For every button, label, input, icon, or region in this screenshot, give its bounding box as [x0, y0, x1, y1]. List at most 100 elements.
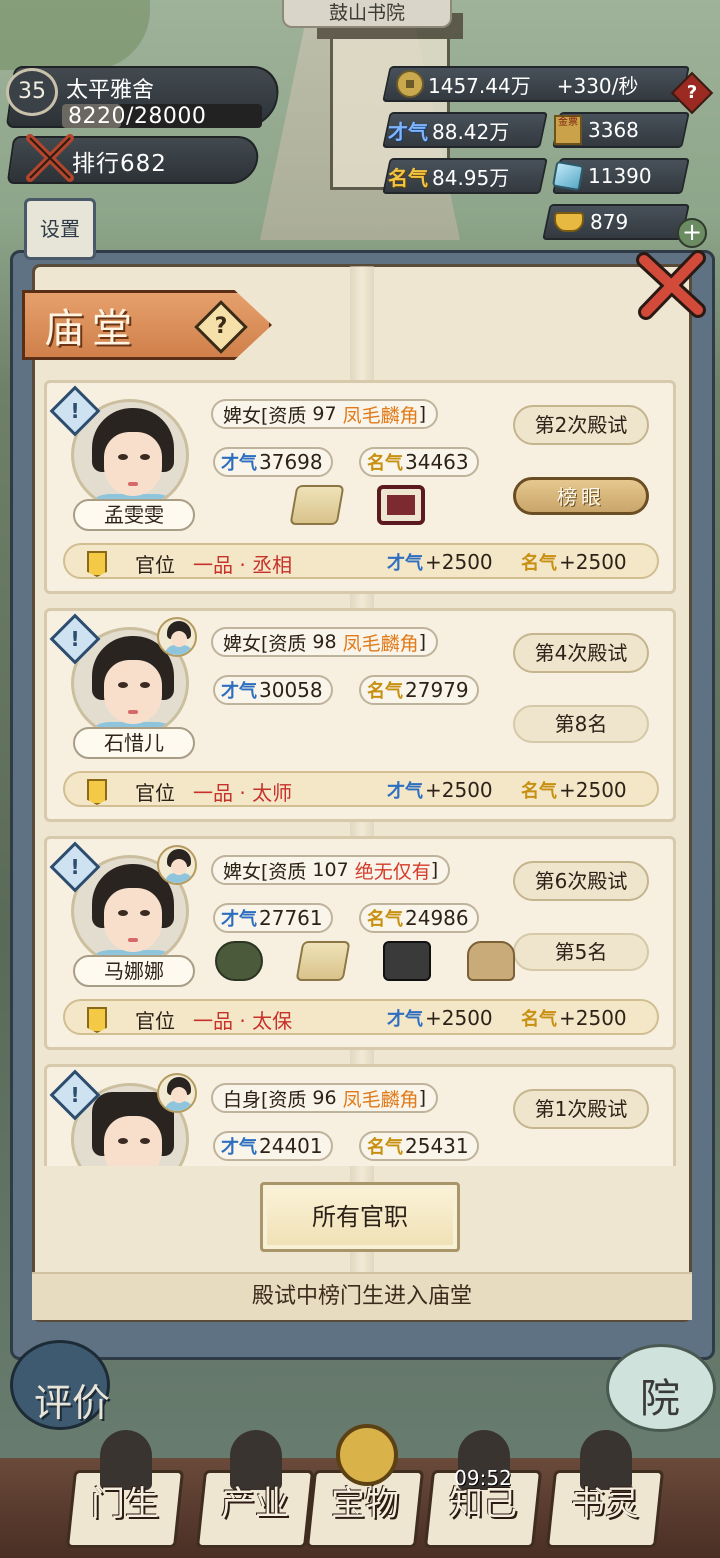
avatar-face — [104, 660, 162, 724]
talent-bonus-value: +2500 — [425, 778, 493, 802]
office-flag-icon — [87, 1007, 107, 1033]
student-card[interactable]: ! 石惜儿 婢女[资质 98 凤毛麟角] 才气 30058 名气 27979 第4次殿试 第8名 官位… — [44, 608, 676, 822]
talent-value: 30058 — [259, 678, 323, 702]
nav-label: 书灵 — [571, 1484, 639, 1524]
gem-icon — [551, 160, 585, 192]
fame-icon: 名气 — [367, 909, 403, 930]
exam-count: 第6次殿试 — [513, 861, 649, 901]
student-list[interactable]: ! 孟雯雯 婢女[资质 97 凤毛麟角] 才气 37698 名气 34463 第2次殿试 榜眼 官位一… — [44, 380, 676, 1166]
companion-face — [171, 631, 187, 647]
fame-value: 24986 — [405, 906, 469, 930]
frame-icon[interactable] — [377, 485, 425, 525]
exam-result[interactable]: 榜眼 — [513, 477, 649, 515]
aptitude-value: 97 — [312, 403, 337, 425]
quality-label: 绝无仅有 — [354, 860, 431, 883]
office-label: 官位 — [135, 553, 175, 577]
avatar-face — [104, 888, 162, 952]
talent-bonus: 才气 +2500 — [387, 777, 493, 803]
talent-icon: 才气 — [388, 119, 428, 144]
academy-label: 院 — [640, 1376, 680, 1422]
avatar-mouth — [128, 938, 138, 942]
fame-bonus: 名气 +2500 — [521, 777, 627, 803]
role-suffix: ] — [418, 631, 427, 653]
book-row: 金票 3368 — [554, 112, 639, 148]
aptitude-value: 98 — [312, 631, 337, 653]
avatar-eye — [118, 682, 128, 688]
office-title: 一品 · 太师 — [193, 781, 293, 805]
money-rate: +330/秒 — [556, 73, 639, 98]
nav-compass[interactable]: 宝物 — [300, 1424, 430, 1550]
fame-bonus-value: +2500 — [559, 778, 627, 802]
nav-label: 宝物 — [331, 1484, 399, 1524]
pouch-icon[interactable] — [467, 941, 515, 981]
talent-icon: 才气 — [221, 1137, 257, 1158]
close-icon[interactable] — [632, 250, 712, 320]
aptitude-value: 107 — [312, 859, 349, 881]
office-title: 一品 · 太保 — [193, 1009, 293, 1033]
player-name: 太平雅舍 — [66, 78, 155, 103]
office-label: 官位 — [135, 1009, 175, 1033]
companion-avatar[interactable] — [157, 1073, 197, 1113]
ingot-row: 879 — [554, 204, 628, 240]
book-count: 3368 — [588, 118, 639, 142]
money-row: 1457.44万 +330/秒 — [396, 66, 638, 102]
fame-value: 25431 — [405, 1134, 469, 1158]
fame-bonus: 名气 +2500 — [521, 549, 627, 575]
fame-icon: 名气 — [521, 781, 557, 802]
role-suffix: ] — [418, 1087, 427, 1109]
fame-bonus-value: +2500 — [559, 550, 627, 574]
crossed-swords-icon — [26, 134, 74, 182]
companion-avatar[interactable] — [157, 845, 197, 885]
level-badge: 35 — [6, 68, 58, 116]
talent-stat: 才气 30058 — [213, 675, 333, 705]
nav-book-spirit[interactable]: 书灵 — [540, 1430, 670, 1550]
fame-bonus-value: +2500 — [559, 1006, 627, 1030]
office-bar: 官位 一品 · 太师 才气 +2500 名气 +2500 — [63, 771, 659, 807]
all-offices-button[interactable]: 所有官职 — [260, 1182, 460, 1252]
student-card[interactable]: ! 孟雯雯 婢女[资质 97 凤毛麟角] 才气 37698 名气 34463 第2次殿试 榜眼 官位一… — [44, 380, 676, 594]
rank-label: 排行682 — [72, 151, 167, 177]
role-prefix: 婢女[资质 — [223, 860, 307, 883]
fame-icon: 名气 — [388, 165, 428, 190]
talent-row: 才气 88.42万 — [388, 112, 509, 148]
nav-student-figure[interactable]: 门生 — [60, 1430, 190, 1550]
office-flag-icon — [87, 551, 107, 577]
talent-icon: 才气 — [387, 553, 423, 574]
fame-stat: 名气 24986 — [359, 903, 479, 933]
gold-ticket-icon: 金票 — [554, 115, 582, 145]
student-aptitude: 婢女[资质 97 凤毛麟角] — [211, 399, 439, 429]
fame-row: 名气 84.95万 — [388, 158, 509, 194]
student-card[interactable]: ! 白身[资质 96 凤毛麟角] 才气 24401 名气 25431 第1次殿试 — [44, 1064, 676, 1166]
student-name: 孟雯雯 — [73, 499, 195, 531]
ink-stone-icon[interactable] — [215, 941, 263, 981]
talent-icon: 才气 — [387, 1009, 423, 1030]
fame-stat: 名气 25431 — [359, 1131, 479, 1161]
exam-count: 第2次殿试 — [513, 405, 649, 445]
exam-count: 第4次殿试 — [513, 633, 649, 673]
treasure-items — [215, 941, 515, 981]
companion-avatar[interactable] — [157, 617, 197, 657]
fame-value: 84.95万 — [432, 165, 510, 190]
role-prefix: 婢女[资质 — [223, 632, 307, 655]
nav-timer: 09:52 — [454, 1466, 512, 1490]
avatar-eye — [140, 682, 150, 688]
talent-value: 27761 — [259, 906, 323, 930]
avatar-mouth — [128, 482, 138, 486]
book-icon[interactable] — [383, 941, 431, 981]
add-ingot-button[interactable]: + — [677, 218, 707, 248]
student-name: 石惜儿 — [73, 727, 195, 759]
quality-label: 凤毛麟角 — [342, 632, 419, 655]
fame-stat: 名气 34463 — [359, 447, 479, 477]
scroll-icon[interactable] — [295, 941, 351, 981]
role-prefix: 白身[资质 — [223, 1088, 307, 1111]
avatar-mouth — [128, 710, 138, 714]
fame-value: 34463 — [405, 450, 469, 474]
talent-icon: 才气 — [387, 781, 423, 802]
scroll-icon[interactable] — [289, 485, 345, 525]
talent-stat: 才气 24401 — [213, 1131, 333, 1161]
modal-title: 庙堂 — [44, 306, 140, 352]
nav-confidant-figure[interactable]: 09:52 知己 — [418, 1430, 548, 1550]
student-card[interactable]: ! 马娜娜 婢女[资质 107 绝无仅有] 才气 27761 名气 24986 第6次殿试 第5名官… — [44, 836, 676, 1050]
office-label: 官位 — [135, 781, 175, 805]
settings-button[interactable]: 设置 — [24, 198, 96, 260]
